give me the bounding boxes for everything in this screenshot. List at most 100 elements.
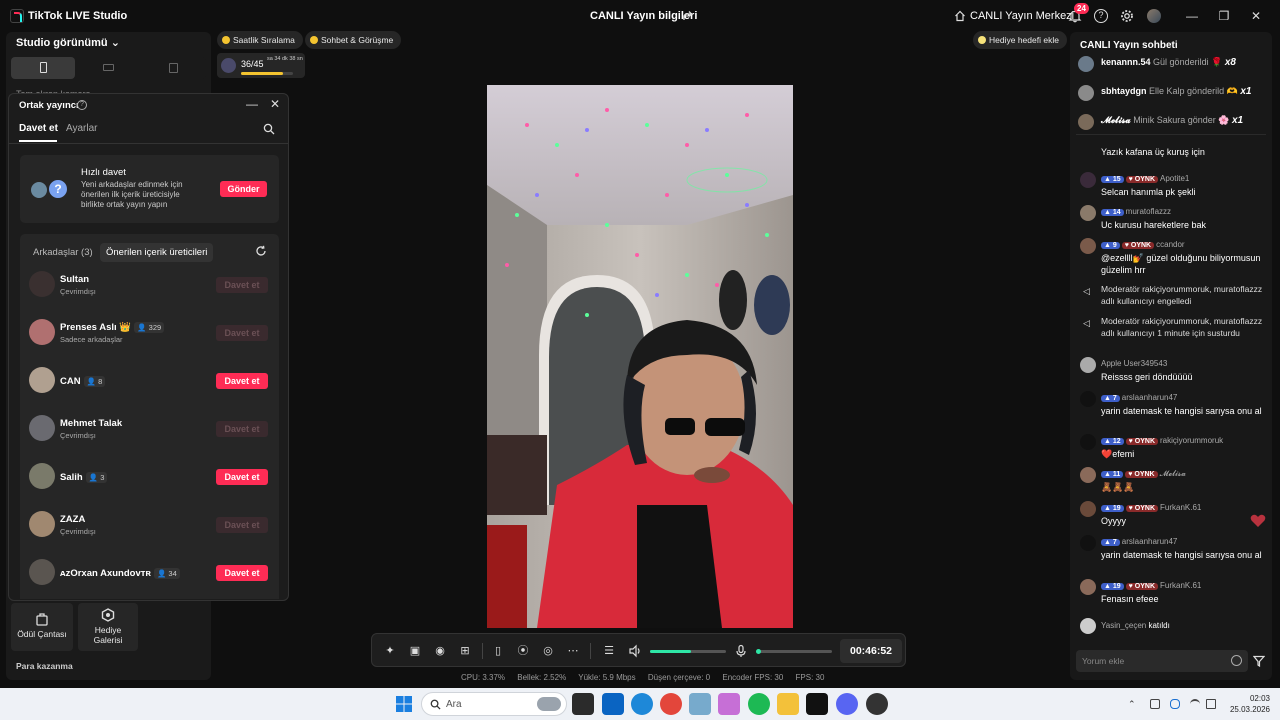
chat-message-header: ▲ 9 ♥ OYNK ccandor [1101, 240, 1185, 249]
gift-gallery-button[interactable]: Hediye Galerisi [78, 603, 138, 651]
phone-icon[interactable]: ▯ [491, 644, 505, 658]
minimize-icon[interactable]: — [1184, 8, 1200, 24]
close-icon[interactable]: ✕ [1248, 8, 1264, 24]
hourly-ranking-chip[interactable]: Saatlik Sıralama [217, 31, 303, 49]
file-explorer-icon[interactable] [777, 693, 799, 715]
task-view-icon[interactable] [572, 693, 594, 715]
chat-user[interactable]: Apotite1 [1160, 174, 1189, 183]
spotify-icon[interactable] [748, 693, 770, 715]
chat-text: ❤️efemi [1101, 449, 1135, 459]
invite-button[interactable]: Davet et [216, 373, 268, 389]
chat-meet-chip[interactable]: Sohbet & Görüşme [305, 31, 402, 49]
invite-button[interactable]: Davet et [216, 469, 268, 485]
chat-user[interactable]: rakiçiyorummoruk [1160, 436, 1223, 445]
chat-user[interactable]: 𝓜𝓮𝓵𝓲𝓼𝓪 [1160, 469, 1186, 478]
comment-input[interactable]: Yorum ekle [1076, 650, 1248, 672]
chat-message-header: ▲ 14 muratoflazzz [1101, 207, 1171, 216]
screenshot-icon[interactable]: ◎ [541, 644, 555, 658]
tab-suggested[interactable]: Önerilen içerik üreticileri [100, 243, 214, 262]
chat-user[interactable]: arslaanharun47 [1122, 537, 1178, 546]
goal-progress-bar [241, 72, 293, 75]
portrait-button[interactable] [11, 57, 75, 79]
network-app-icon[interactable] [689, 693, 711, 715]
mixer-icon[interactable]: ☰ [602, 644, 616, 658]
chat-user[interactable]: FurkanK.61 [1160, 503, 1201, 512]
copilot-icon[interactable] [718, 693, 740, 715]
add-source-icon[interactable]: ⊞ [458, 644, 472, 658]
speaker-icon[interactable] [628, 644, 642, 658]
gift-goal-chip[interactable]: Hediye hedefi ekle [973, 31, 1067, 49]
discord-icon[interactable] [836, 693, 858, 715]
mic-slider[interactable] [756, 649, 832, 654]
divider [1076, 134, 1266, 135]
chevron-up-icon[interactable]: ⌃ [1128, 699, 1138, 709]
help-icon[interactable]: ? [1094, 9, 1108, 23]
reward-bag-button[interactable]: Ödül Çantası [11, 603, 73, 651]
tiktok-taskbar-icon[interactable] [806, 693, 828, 715]
record-icon[interactable]: ⦿ [516, 644, 530, 658]
microphone-icon[interactable] [734, 644, 748, 658]
wifi-icon[interactable] [1190, 699, 1200, 709]
gift-desc: Gül gönderildi [1153, 57, 1209, 67]
creator-status: Çevrimdışı [60, 287, 96, 296]
send-icon[interactable] [1253, 655, 1265, 667]
share-icon[interactable] [682, 10, 694, 22]
creator-name: Prenses Aslı 👑 [60, 322, 132, 333]
memory-stat: Bellek: 2.52% [517, 673, 567, 682]
stream-toolbar: ✦ ▣ ◉ ⊞ ▯ ⦿ ◎ ⋯ ☰ 00:46:52 [371, 633, 906, 667]
live-center-button[interactable]: CANLI Yayın Merkezi [970, 10, 1074, 22]
volume-fill [650, 650, 691, 653]
co-host-modal: Ortak yayıncı ? — ✕ Davet et Ayarlar ? H… [8, 93, 289, 601]
chat-user[interactable]: arslaanharun47 [1122, 393, 1178, 402]
fan-club-badge: ♥ OYNK [1125, 505, 1159, 512]
level-number: 12 [1112, 438, 1121, 445]
app-icon[interactable] [866, 693, 888, 715]
windows-start-icon[interactable] [396, 696, 412, 712]
speaker-tray-icon[interactable] [1206, 699, 1216, 709]
invite-button[interactable]: Davet et [216, 565, 268, 581]
close-icon[interactable]: ✕ [270, 97, 280, 111]
chat-user[interactable]: FurkanK.61 [1160, 581, 1201, 590]
divider [482, 643, 483, 659]
emoji-icon[interactable] [1231, 655, 1242, 666]
gear-icon[interactable] [1120, 9, 1134, 23]
send-button[interactable]: Gönder [220, 181, 267, 197]
fan-club-label: OYNK [1134, 176, 1156, 183]
chrome-icon[interactable] [660, 693, 682, 715]
outlook-icon[interactable] [602, 693, 624, 715]
mic-tray-icon[interactable] [1170, 699, 1180, 709]
taskbar-clock[interactable]: 02:03 25.03.2026 [1218, 693, 1270, 715]
minimize-icon[interactable]: — [246, 97, 258, 111]
info-icon[interactable]: ? [77, 100, 87, 110]
taskbar-search[interactable]: Ara [421, 692, 567, 716]
avatar [29, 559, 55, 585]
volume-slider[interactable] [650, 650, 726, 653]
dual-button[interactable] [142, 57, 206, 79]
invite-button[interactable]: Davet et [216, 325, 268, 341]
invite-button[interactable]: Davet et [216, 421, 268, 437]
profile-avatar[interactable] [1147, 9, 1161, 23]
refresh-icon[interactable] [255, 245, 267, 257]
edge-icon[interactable] [631, 693, 653, 715]
translate-icon[interactable]: ▣ [408, 644, 422, 658]
tab-friends[interactable]: Arkadaşlar (3) [33, 247, 93, 258]
invite-button[interactable]: Davet et [216, 277, 268, 293]
maximize-icon[interactable]: ❐ [1216, 8, 1232, 24]
creator-row: Sultan Çevrimdışı Davet et [20, 267, 279, 311]
fan-club-badge: ♥ OYNK [1125, 583, 1159, 590]
tab-settings[interactable]: Ayarlar [66, 123, 98, 134]
goal-card[interactable]: 36/45 sa 34 dk 38 sn [217, 53, 305, 78]
chat-user[interactable]: Apple User349543 [1101, 359, 1167, 368]
invite-button[interactable]: Davet et [216, 517, 268, 533]
tab-invite[interactable]: Davet et [19, 123, 58, 134]
ai-icon[interactable]: ◉ [433, 644, 447, 658]
cloud-off-icon[interactable] [1150, 699, 1160, 709]
more-icon[interactable]: ⋯ [566, 644, 580, 658]
magic-wand-icon[interactable]: ✦ [383, 644, 397, 658]
notification-badge: 24 [1074, 3, 1089, 14]
chat-user[interactable]: ccandor [1156, 240, 1184, 249]
landscape-button[interactable] [77, 57, 141, 79]
search-icon[interactable] [263, 123, 275, 135]
chat-user[interactable]: muratoflazzz [1126, 207, 1171, 216]
studio-view-dropdown[interactable]: Studio görünümü ⌄ [16, 36, 120, 49]
